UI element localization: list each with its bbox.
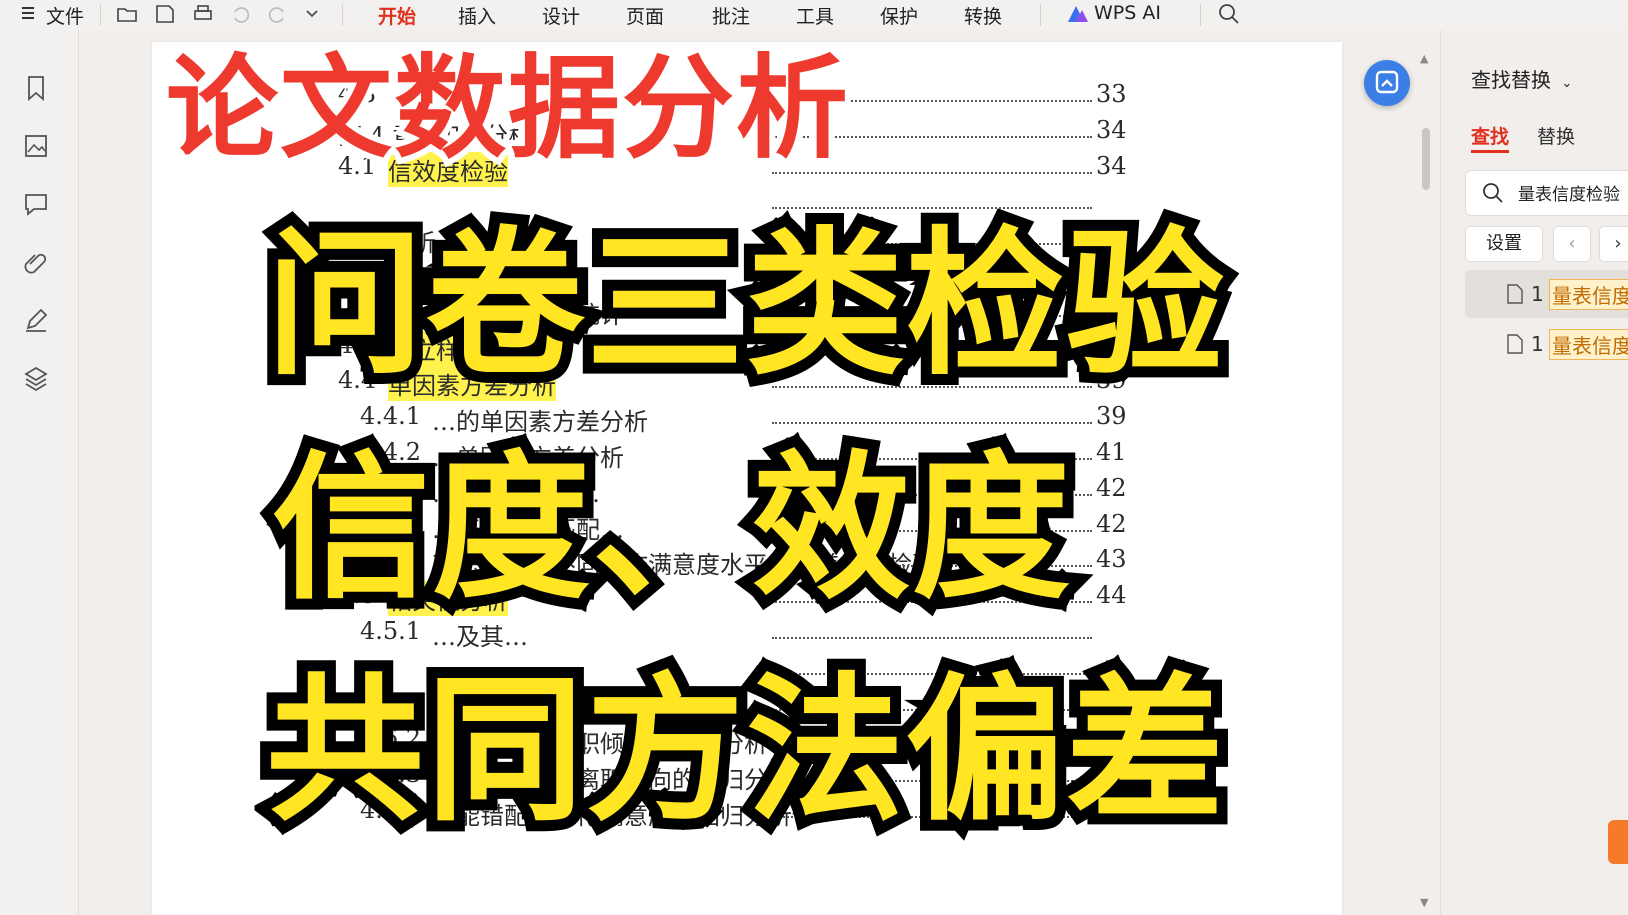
file-menu[interactable]: 文件 bbox=[46, 2, 84, 29]
search-icon bbox=[1482, 182, 1504, 208]
left-sidebar bbox=[0, 30, 79, 915]
toc-page-number: 42 bbox=[1096, 509, 1127, 538]
tab-convert[interactable]: 转换 bbox=[964, 2, 1002, 29]
bookmark-icon[interactable] bbox=[22, 74, 50, 102]
tab-protect[interactable]: 保护 bbox=[880, 2, 918, 29]
overlay-title-line4: 共同方法偏差 bbox=[255, 648, 1235, 854]
scroll-down-arrow-icon[interactable]: ▼ bbox=[1420, 896, 1428, 909]
scroll-thumb[interactable] bbox=[1422, 128, 1430, 190]
result-number: 1 bbox=[1531, 282, 1544, 306]
settings-button[interactable]: 设置 bbox=[1465, 226, 1543, 262]
overlay-title-red: 论文数据分析 bbox=[160, 38, 854, 180]
overlay-title-line3: 信度、效度 bbox=[261, 426, 1081, 632]
wps-ai-button[interactable]: WPS AI bbox=[1094, 2, 1161, 24]
prev-result-icon[interactable]: ‹ bbox=[1553, 226, 1591, 262]
toc-page-number: 44 bbox=[1096, 581, 1127, 610]
layers-icon[interactable] bbox=[22, 364, 50, 392]
menu-icon[interactable] bbox=[20, 3, 36, 23]
translate-float-icon[interactable] bbox=[1364, 60, 1410, 106]
comment-icon[interactable] bbox=[22, 190, 50, 218]
search-result-item[interactable]: 1 量表信度 bbox=[1465, 320, 1628, 368]
result-text: 量表信度 bbox=[1549, 279, 1628, 310]
pen-icon[interactable] bbox=[22, 306, 50, 334]
scroll-up-arrow-icon[interactable]: ▲ bbox=[1420, 52, 1428, 65]
wps-corner-logo-icon bbox=[1608, 820, 1628, 864]
toc-page-number: 33 bbox=[1096, 80, 1127, 108]
tab-replace[interactable]: 替换 bbox=[1537, 122, 1575, 149]
toc-page-number: 39 bbox=[1096, 402, 1127, 431]
panel-title[interactable]: 查找替换 ⌄ bbox=[1471, 64, 1572, 93]
toc-page-number: 42 bbox=[1096, 473, 1127, 502]
wps-ai-icon[interactable] bbox=[1066, 4, 1090, 24]
find-replace-panel: 查找替换 ⌄ 查找 替换 设置 ‹ › 1 量表信度 1 量表信度 bbox=[1440, 30, 1628, 915]
search-icon[interactable] bbox=[1218, 3, 1240, 25]
image-icon[interactable] bbox=[22, 132, 50, 160]
find-search-box[interactable] bbox=[1465, 170, 1628, 216]
next-result-icon[interactable]: › bbox=[1599, 226, 1628, 262]
toc-page-number: 41 bbox=[1096, 438, 1127, 466]
result-text: 量表信度 bbox=[1549, 329, 1628, 360]
overlay-title-line2: 问卷三类检验 bbox=[255, 202, 1235, 408]
tab-find[interactable]: 查找 bbox=[1471, 122, 1509, 149]
document-icon bbox=[1507, 284, 1523, 309]
document-icon bbox=[1507, 334, 1523, 359]
chevron-down-icon: ⌄ bbox=[1561, 76, 1573, 91]
active-tab-underline bbox=[1471, 150, 1509, 153]
open-folder-icon[interactable] bbox=[116, 3, 138, 25]
search-result-item[interactable]: 1 量表信度 bbox=[1465, 270, 1628, 318]
result-number: 1 bbox=[1531, 332, 1544, 356]
attachment-icon[interactable] bbox=[22, 248, 50, 276]
toc-page-number: 43 bbox=[1096, 545, 1127, 574]
toc-page-number: 34 bbox=[1096, 115, 1127, 144]
search-input[interactable] bbox=[1516, 181, 1628, 203]
